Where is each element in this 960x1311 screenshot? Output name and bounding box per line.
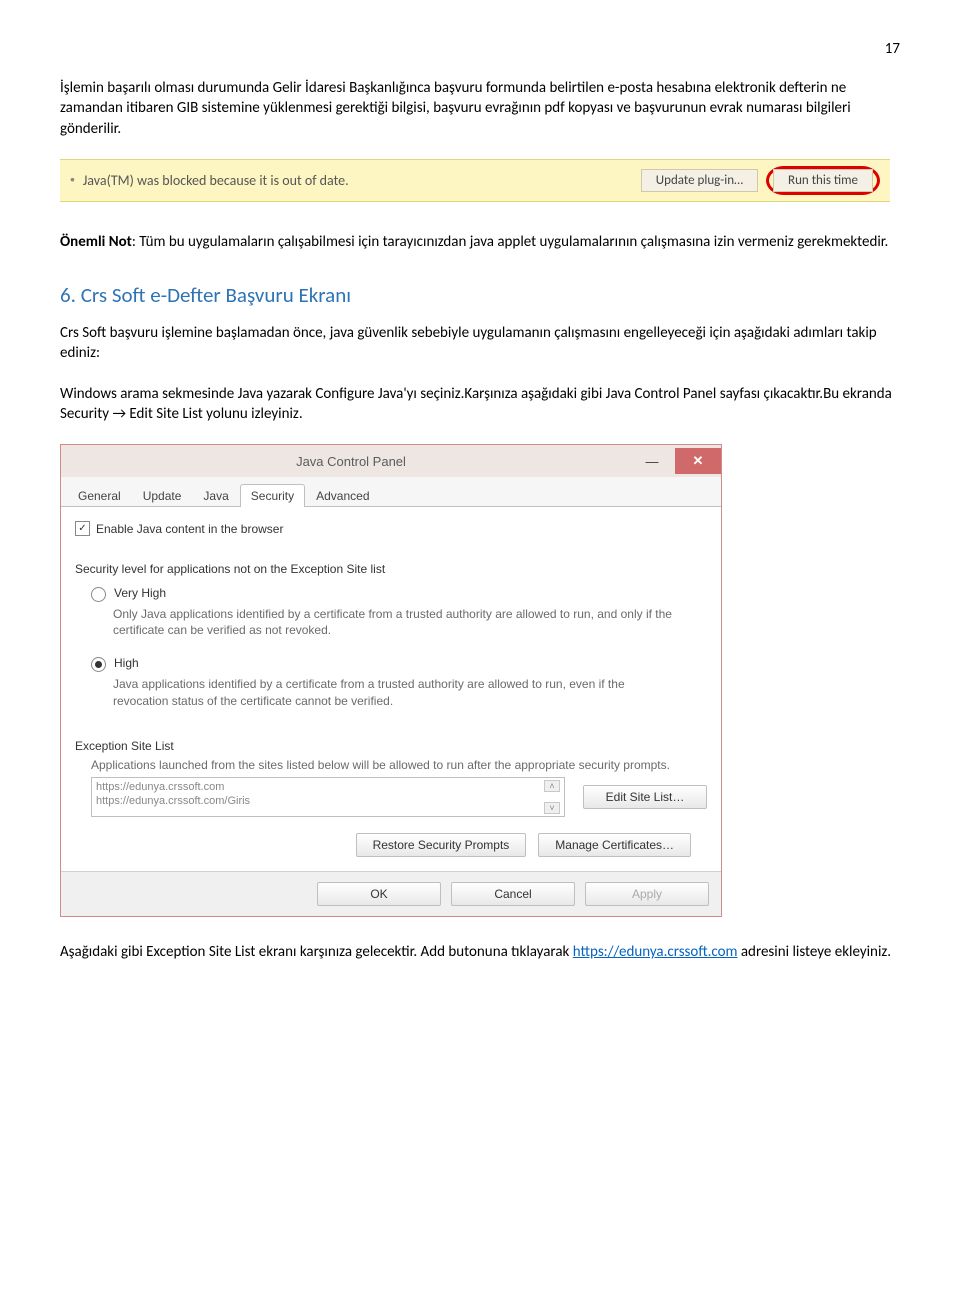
closing-text-b: adresini listeye ekleyiniz. [741, 943, 891, 961]
paragraph-steps: Windows arama sekmesinde Java yazarak Co… [60, 384, 900, 425]
enable-java-checkbox[interactable]: ✓ [75, 521, 90, 536]
scroll-down-icon[interactable]: ˅ [544, 802, 560, 814]
java-blocked-infobar: ● Java(TM) was blocked because it is out… [60, 159, 890, 202]
run-this-time-button[interactable]: Run this time [773, 169, 873, 192]
scrollbar[interactable]: ˄ ˅ [544, 780, 560, 814]
enable-java-label: Enable Java content in the browser [96, 522, 283, 536]
high-description: Java applications identified by a certif… [113, 676, 673, 708]
closing-text-a: Aşağıdaki gibi Exception Site List ekran… [60, 943, 573, 961]
exception-list-description: Applications launched from the sites lis… [91, 757, 707, 773]
very-high-description: Only Java applications identified by a c… [113, 606, 673, 638]
ok-button[interactable]: OK [317, 882, 441, 906]
close-button[interactable]: ✕ [675, 448, 721, 474]
manage-certificates-button[interactable]: Manage Certificates… [538, 833, 691, 857]
edit-site-list-button[interactable]: Edit Site List… [583, 785, 707, 809]
cancel-button[interactable]: Cancel [451, 882, 575, 906]
tab-java[interactable]: Java [192, 484, 239, 507]
restore-prompts-button[interactable]: Restore Security Prompts [356, 833, 527, 857]
paragraph-note: Önemli Not: Tüm bu uygulamaların çalışab… [60, 232, 900, 252]
scroll-up-icon[interactable]: ˄ [544, 780, 560, 792]
very-high-radio[interactable] [91, 587, 106, 602]
window-title: Java Control Panel [73, 454, 629, 469]
enable-java-row: ✓ Enable Java content in the browser [75, 521, 707, 536]
bullet-icon: ● [70, 175, 75, 185]
very-high-label: Very High [114, 586, 166, 600]
paragraph-intro: İşlemin başarılı olması durumunda Gelir … [60, 78, 900, 139]
section-heading: 6. Crs Soft e-Defter Başvuru Ekranı [60, 282, 900, 308]
security-level-heading: Security level for applications not on t… [75, 562, 707, 576]
paragraph-instructions: Crs Soft başvuru işlemine başlamadan önc… [60, 323, 900, 364]
tab-update[interactable]: Update [132, 484, 193, 507]
site-entry: https://edunya.crssoft.com/Giris [96, 794, 544, 808]
tab-advanced[interactable]: Advanced [305, 484, 380, 507]
highlight-circle: Run this time [766, 166, 880, 195]
apply-button[interactable]: Apply [585, 882, 709, 906]
update-plugin-button[interactable]: Update plug-in… [641, 169, 758, 192]
tab-security[interactable]: Security [240, 484, 305, 507]
minimize-button[interactable]: — [629, 448, 675, 474]
tab-bar: General Update Java Security Advanced [61, 477, 721, 506]
java-blocked-message: Java(TM) was blocked because it is out o… [83, 172, 349, 189]
java-control-panel-window: Java Control Panel — ✕ General Update Ja… [60, 444, 722, 917]
page-number: 17 [60, 40, 900, 58]
note-label: Önemli Not [60, 233, 132, 251]
high-label: High [114, 656, 139, 670]
high-radio[interactable] [91, 657, 106, 672]
exception-site-list[interactable]: https://edunya.crssoft.com https://eduny… [91, 777, 565, 817]
titlebar: Java Control Panel — ✕ [61, 445, 721, 477]
dialog-buttons: OK Cancel Apply [61, 871, 721, 916]
site-entry: https://edunya.crssoft.com [96, 780, 544, 794]
exception-list-heading: Exception Site List [75, 739, 707, 753]
edunya-link[interactable]: https://edunya.crssoft.com [573, 943, 738, 961]
tab-general[interactable]: General [67, 484, 132, 507]
panel-body: ✓ Enable Java content in the browser Sec… [61, 506, 721, 871]
paragraph-closing: Aşağıdaki gibi Exception Site List ekran… [60, 942, 900, 962]
note-text: : Tüm bu uygulamaların çalışabilmesi içi… [132, 233, 888, 251]
